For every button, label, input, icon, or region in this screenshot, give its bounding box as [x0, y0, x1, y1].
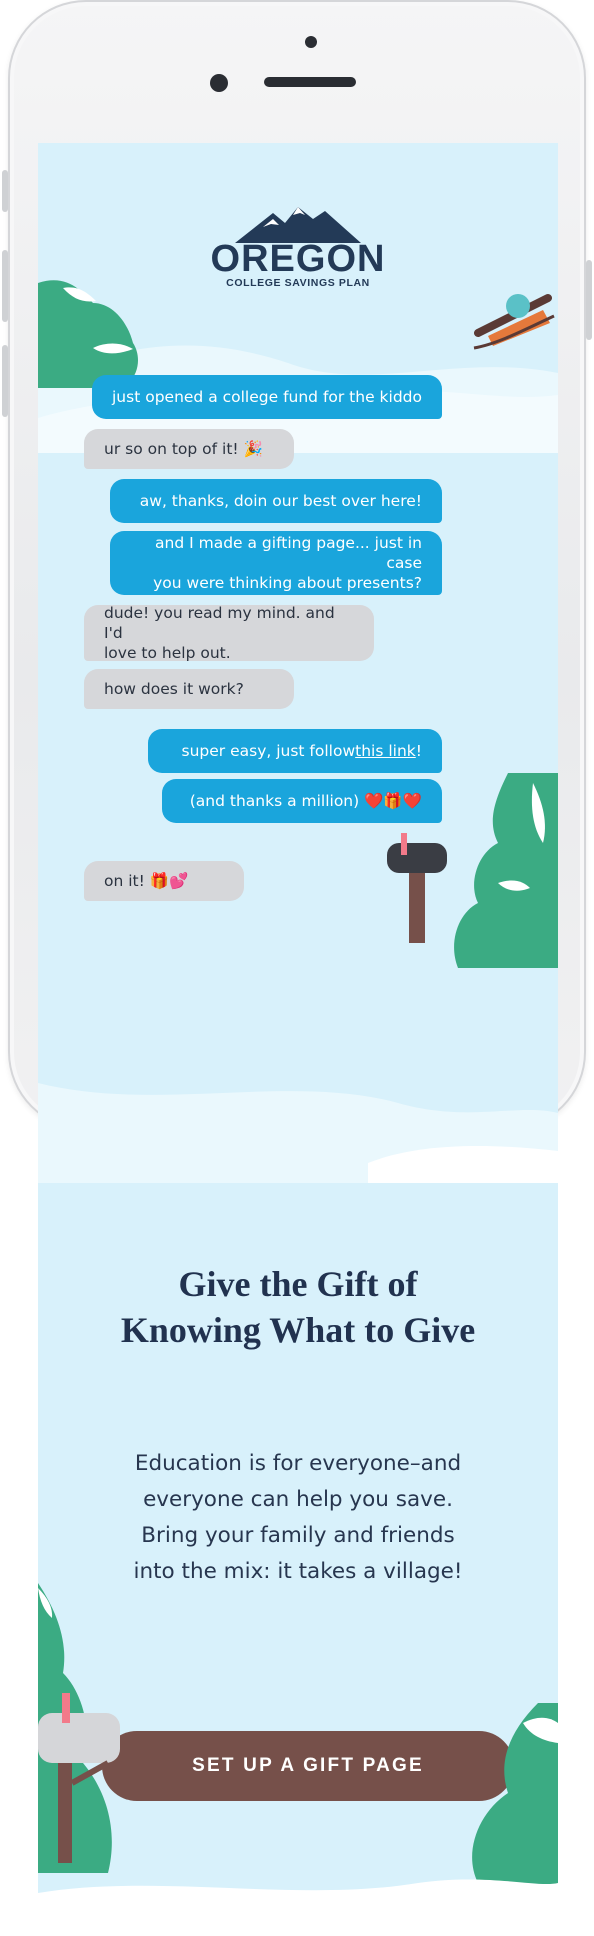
- body-line: into the mix: it takes a village!: [133, 1559, 463, 1584]
- message-sent: super easy, just follow this link !: [148, 729, 442, 773]
- message-received: how does it work?: [84, 669, 294, 709]
- email-screen: OREGON COLLEGE SAVINGS PLAN just opened …: [38, 143, 558, 1936]
- message-text: (and thanks a million) ❤️🎁❤️: [189, 792, 422, 810]
- snow-bank: [38, 1879, 558, 1936]
- phone-volume-down: [2, 345, 8, 417]
- message-text: on it! 🎁💕: [104, 872, 189, 890]
- message-sent: aw, thanks, doin our best over here!: [110, 479, 442, 523]
- headline-line: Give the Gift of: [178, 1264, 418, 1304]
- message-text: just opened a college fund for the kiddo: [112, 388, 422, 406]
- mailbox-icon: [387, 833, 447, 943]
- message-text-line: you were thinking about presents?: [153, 574, 422, 592]
- message-text-line: dude! you read my mind. and I'd: [104, 604, 335, 642]
- message-sent: just opened a college fund for the kiddo: [92, 375, 442, 419]
- snow-ground: [38, 1083, 558, 1183]
- body-line: Education is for everyone–and: [134, 1451, 462, 1476]
- mailbox-icon: [38, 1693, 120, 1863]
- message-received: ur so on top of it! 🎉: [84, 429, 294, 469]
- message-sent: and I made a gifting page... just in cas…: [110, 531, 442, 595]
- gift-page-link[interactable]: this link: [355, 741, 416, 761]
- brand-tagline: COLLEGE SAVINGS PLAN: [226, 277, 370, 289]
- phone-power-button: [586, 260, 592, 340]
- message-text: how does it work?: [104, 680, 244, 698]
- message-text: super easy, just follow: [181, 742, 356, 760]
- message-sent: (and thanks a million) ❤️🎁❤️: [162, 779, 442, 823]
- phone-camera-icon: [210, 74, 228, 92]
- message-text: !: [415, 742, 422, 760]
- headline: Give the Gift of Knowing What to Give: [38, 1261, 558, 1353]
- body-line: everyone can help you save.: [143, 1487, 453, 1512]
- brand-name: OREGON: [210, 238, 386, 280]
- message-text: ur so on top of it! 🎉: [104, 440, 263, 458]
- body-copy: Education is for everyone–and everyone c…: [98, 1446, 498, 1590]
- oregon-logo: OREGON COLLEGE SAVINGS PLAN: [208, 203, 388, 289]
- phone-mute-switch: [2, 170, 8, 212]
- sled-icon: [473, 294, 555, 350]
- headline-line: Knowing What to Give: [120, 1310, 476, 1350]
- message-received: dude! you read my mind. and I'd love to …: [84, 604, 374, 662]
- message-text-line: love to help out.: [104, 644, 231, 662]
- message-text-line: and I made a gifting page... just in cas…: [155, 534, 422, 572]
- message-text: aw, thanks, doin our best over here!: [139, 492, 422, 510]
- phone-sensor: [305, 36, 317, 48]
- message-received: on it! 🎁💕: [84, 861, 244, 901]
- tree-icon: [454, 773, 558, 968]
- phone-volume-up: [2, 250, 8, 322]
- tree-icon: [38, 280, 138, 388]
- phone-speaker: [264, 77, 356, 87]
- body-line: Bring your family and friends: [141, 1523, 455, 1548]
